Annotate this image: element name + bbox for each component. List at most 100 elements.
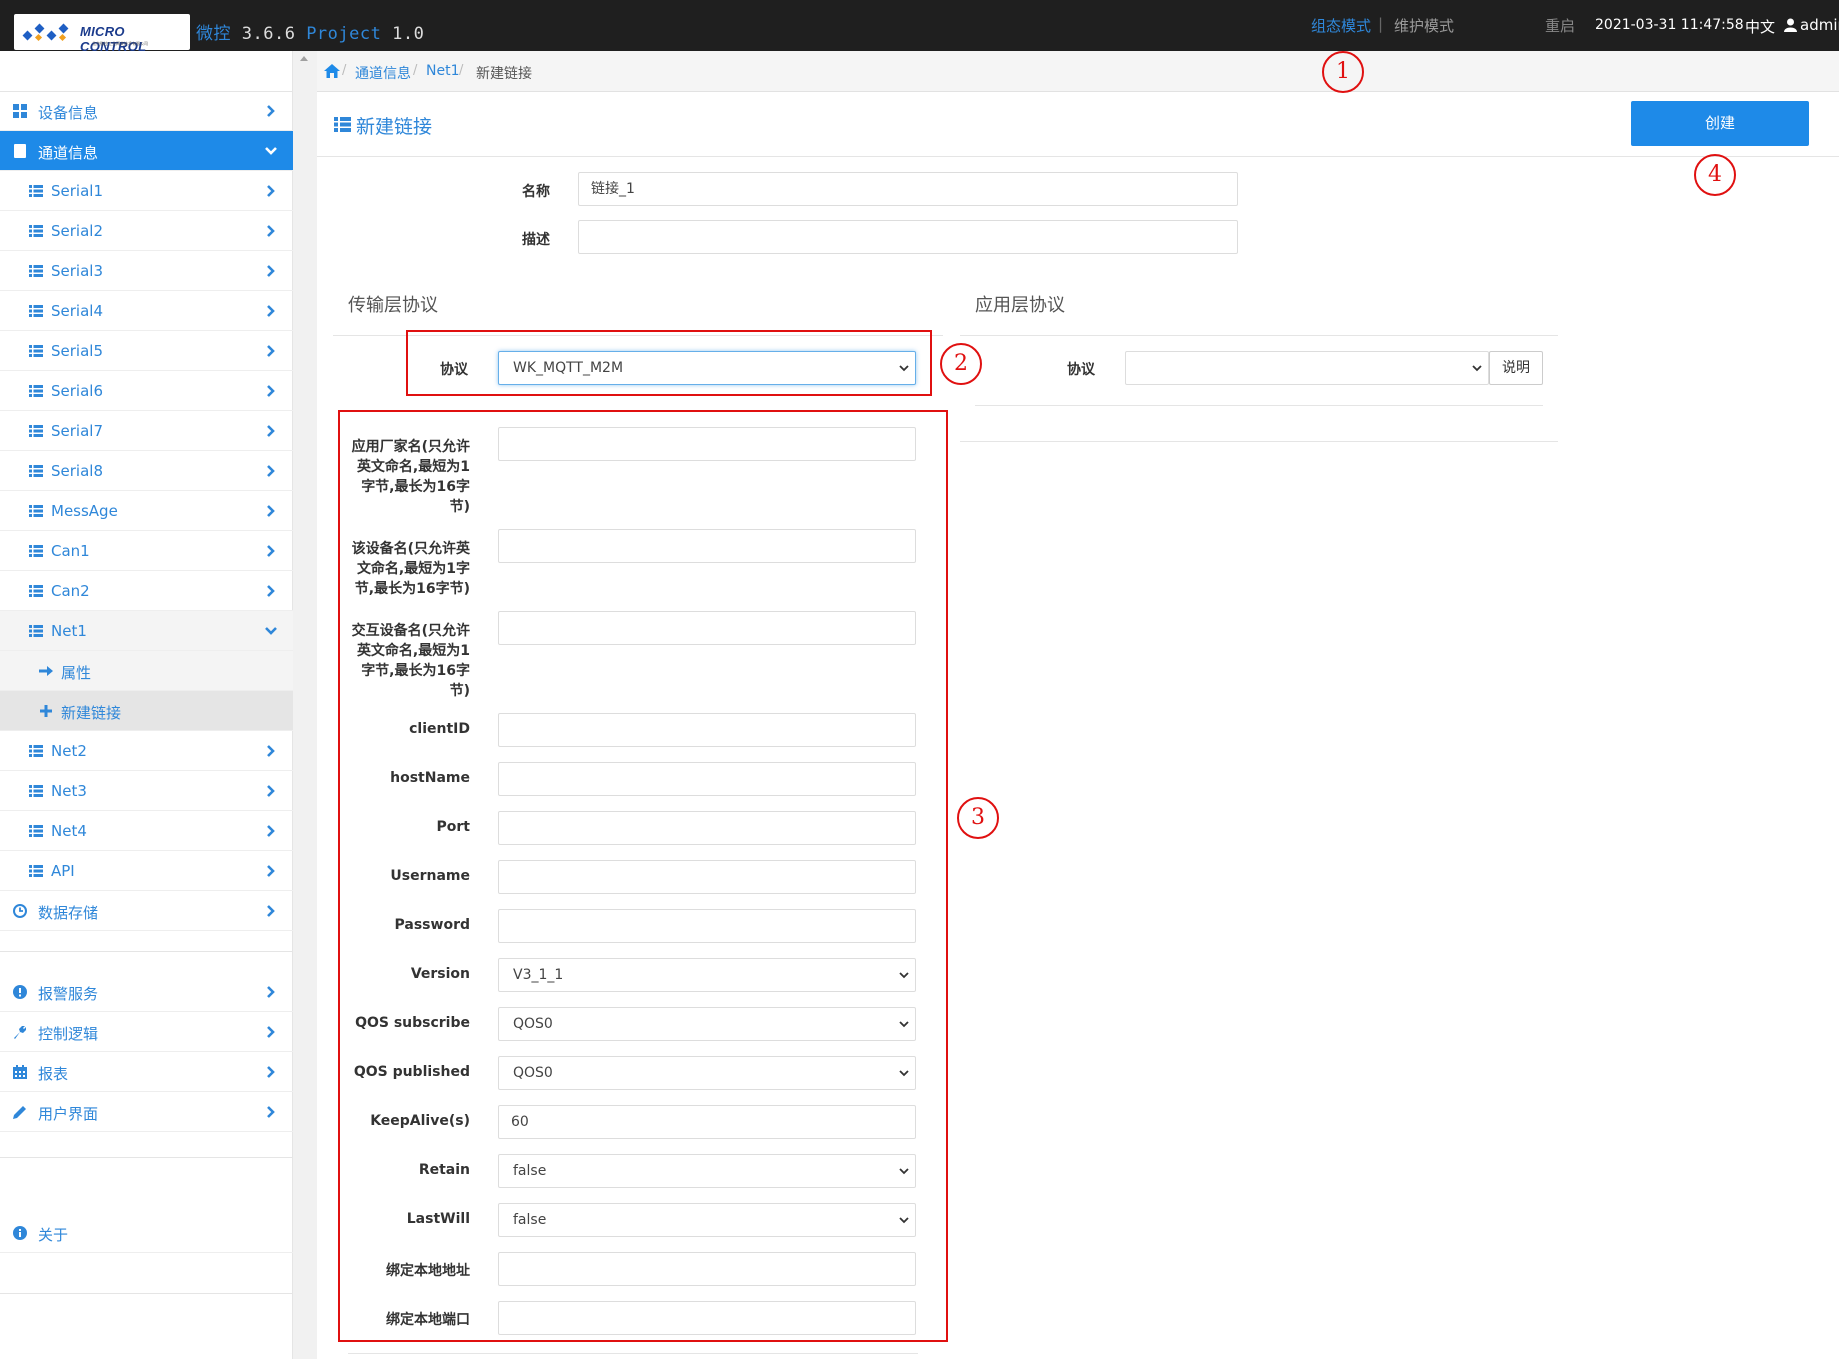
sidebar-item-serial3[interactable]: Serial3: [0, 251, 293, 291]
application-protocol-title: 应用层协议: [975, 295, 1065, 316]
chevron-right-icon: [267, 345, 275, 357]
sidebar-item-serial5[interactable]: Serial5: [0, 331, 293, 371]
sidebar-item-net4[interactable]: Net4: [0, 811, 293, 851]
language-switch[interactable]: 中文: [1745, 16, 1775, 37]
sidebar-item-label: Serial5: [51, 342, 103, 360]
chevron-right-icon: [267, 265, 275, 277]
list-icon: [29, 825, 43, 837]
sidebar-item-net1-new-link[interactable]: 新建链接: [0, 691, 293, 731]
sidebar-item-about[interactable]: 关于: [0, 1213, 293, 1253]
sidebar-item-label: 报表: [38, 1065, 69, 1083]
chevron-right-icon: [267, 185, 275, 197]
sidebar-item-label: Can1: [51, 542, 90, 560]
sidebar-item-net1-properties[interactable]: 属性: [0, 651, 293, 691]
app-protocol-label: 协议: [1067, 362, 1095, 378]
maintenance-mode-link[interactable]: 维护模式: [1394, 15, 1454, 36]
sidebar-item-user-interface[interactable]: 用户界面: [0, 1092, 293, 1132]
sidebar-item-label: Net4: [51, 822, 87, 840]
app-protocol-select[interactable]: [1125, 351, 1489, 385]
chevron-right-icon: [267, 305, 275, 317]
info-icon: [13, 1226, 27, 1240]
company-logo: MICRO CONTROL 北京微控工业网关技术有限公司: [14, 14, 190, 54]
sidebar: 设备信息通道信息 Serial1 Serial2 Serial3 Serial4 Seri…: [0, 51, 293, 1359]
description-label: 描述: [522, 232, 550, 248]
mode-separator: |: [1378, 15, 1384, 33]
sidebar-item-serial6[interactable]: Serial6: [0, 371, 293, 411]
name-input[interactable]: 链接_1: [578, 172, 1238, 206]
sidebar-item-serial2[interactable]: Serial2: [0, 211, 293, 251]
user-menu[interactable]: admin: [1784, 16, 1839, 34]
sidebar-item-label: Serial2: [51, 222, 103, 240]
sidebar-item-serial7[interactable]: Serial7: [0, 411, 293, 451]
list-icon: [29, 785, 43, 797]
grid-icon: [13, 104, 27, 118]
sidebar-item-net3[interactable]: Net3: [0, 771, 293, 811]
chevron-right-icon: [267, 865, 275, 877]
sidebar-item-label: 关于: [38, 1226, 69, 1244]
sidebar-item-label: MessAge: [51, 502, 118, 520]
sidebar-item-label: Serial4: [51, 302, 103, 320]
sidebar-item-serial1[interactable]: Serial1: [0, 171, 293, 211]
sidebar-item-net2[interactable]: Net2: [0, 731, 293, 771]
calendar-icon: [13, 1065, 27, 1079]
chevron-right-icon: [267, 545, 275, 557]
sidebar-item-net1[interactable]: Net1: [0, 611, 293, 651]
top-bar: MICRO CONTROL 北京微控工业网关技术有限公司 微控 3.6.6 Pr…: [0, 0, 1839, 54]
sidebar-item-api[interactable]: API: [0, 851, 293, 891]
list-icon: [29, 465, 43, 477]
logo-text: MICRO CONTROL: [80, 24, 147, 54]
sidebar-item-can2[interactable]: Can2: [0, 571, 293, 611]
chevron-right-icon: [267, 986, 275, 998]
page-title: 新建链接: [356, 116, 433, 138]
document-icon: [14, 144, 26, 158]
create-button[interactable]: 创建: [1631, 101, 1809, 146]
sidebar-item-alarm-service[interactable]: 报警服务: [0, 972, 293, 1012]
sidebar-item-serial4[interactable]: Serial4: [0, 291, 293, 331]
sidebar-item-label: 通道信息: [38, 144, 99, 162]
chevron-right-icon: [267, 1066, 275, 1078]
sidebar-item-report[interactable]: 报表: [0, 1052, 293, 1092]
sidebar-item-serial8[interactable]: Serial8: [0, 451, 293, 491]
logo-subtext: 北京微控工业网关技术有限公司: [92, 41, 148, 46]
description-input[interactable]: [578, 220, 1238, 254]
config-mode-link[interactable]: 组态模式: [1311, 15, 1371, 36]
breadcrumb-channel-info[interactable]: 通道信息: [355, 63, 411, 83]
sidebar-item-label: Serial3: [51, 262, 103, 280]
arrow-right-icon: [39, 666, 53, 676]
restart-link[interactable]: 重启: [1545, 15, 1575, 36]
sidebar-item-device-info[interactable]: 设备信息: [0, 91, 293, 131]
sidebar-scrollbar[interactable]: [293, 51, 317, 1359]
sidebar-item-label: 控制逻辑: [38, 1025, 99, 1043]
list-icon: [29, 265, 43, 277]
sidebar-item-label: Serial7: [51, 422, 103, 440]
alert-icon: [13, 985, 27, 999]
list-icon: [29, 305, 43, 317]
chevron-right-icon: [267, 425, 275, 437]
clock-icon: [13, 904, 27, 918]
annotation-box-protocol: [406, 330, 932, 396]
sidebar-item-label: 报警服务: [38, 985, 99, 1003]
annotation-marker-2: 2: [940, 343, 982, 385]
sidebar-item-control-logic[interactable]: 控制逻辑: [0, 1012, 293, 1052]
sidebar-item-can1[interactable]: Can1: [0, 531, 293, 571]
list-icon: [29, 745, 43, 757]
sidebar-item-label: API: [51, 862, 75, 880]
chevron-right-icon: [267, 1026, 275, 1038]
list-icon: [29, 385, 43, 397]
sidebar-item-label: Can2: [51, 582, 90, 600]
sidebar-item-channel-info[interactable]: 通道信息: [0, 131, 293, 171]
sidebar-item-message[interactable]: MessAge: [0, 491, 293, 531]
annotation-marker-4: 4: [1694, 154, 1736, 196]
chevron-right-icon: [267, 385, 275, 397]
explain-button[interactable]: 说明: [1489, 351, 1543, 385]
list-icon: [29, 185, 43, 197]
sidebar-item-label: Serial8: [51, 462, 103, 480]
datetime-display: 2021-03-31 11:47:58: [1595, 17, 1744, 33]
home-icon[interactable]: [324, 64, 340, 78]
breadcrumb: / 通道信息 / Net1 / 新建链接: [317, 51, 1839, 92]
breadcrumb-net1[interactable]: Net1: [426, 63, 459, 79]
list-icon: [29, 505, 43, 517]
list-icon: [29, 345, 43, 357]
list-icon: [334, 117, 351, 132]
sidebar-item-data-storage[interactable]: 数据存储: [0, 891, 293, 931]
